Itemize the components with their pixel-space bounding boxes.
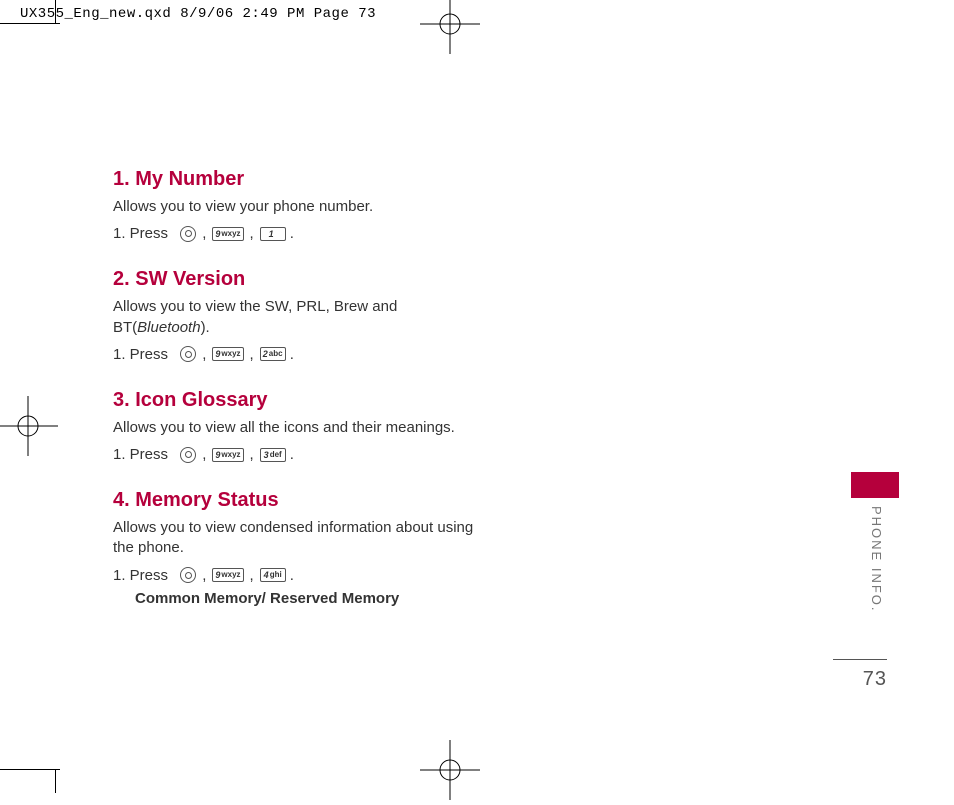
step-subtext: Common Memory/ Reserved Memory [135,590,543,607]
section-description: Allows you to view condensed information… [113,518,483,559]
section-heading: 3. Icon Glossary [113,389,543,412]
print-slug: UX355_Eng_new.qxd 8/9/06 2:49 PM Page 73 [20,6,376,22]
section-my-number: 1. My Number Allows you to view your pho… [113,168,543,242]
key-9-icon: 9wxyz [212,227,243,241]
press-step: 1. Press , 9wxyz, 4ghi. [113,567,543,584]
crop-mark [55,770,56,793]
key-9-icon: 9wxyz [212,568,243,582]
ok-key-icon [180,567,196,583]
ok-key-icon [180,346,196,362]
press-step: 1. Press , 9wxyz, 1 . [113,225,543,242]
section-icon-glossary: 3. Icon Glossary Allows you to view all … [113,389,543,463]
key-1-icon: 1 [260,227,286,241]
key-4-icon: 4ghi [260,568,286,582]
page-number: 73 [863,668,887,691]
registration-mark-icon [0,396,58,456]
body-content: 1. My Number Allows you to view your pho… [113,168,543,633]
key-9-icon: 9wxyz [212,347,243,361]
step-prefix: 1. Press [113,346,168,363]
key-3-icon: 3def [260,448,286,462]
key-2-icon: 2abc [260,347,286,361]
section-sw-version: 2. SW Version Allows you to view the SW,… [113,268,543,363]
section-description: Allows you to view your phone number. [113,197,483,217]
crop-mark [0,769,60,770]
section-memory-status: 4. Memory Status Allows you to view cond… [113,489,543,607]
section-description: Allows you to view the SW, PRL, Brew and… [113,297,483,338]
section-tab [851,472,899,498]
ok-key-icon [180,447,196,463]
registration-mark-icon [420,0,480,54]
section-description: Allows you to view all the icons and the… [113,418,483,438]
section-tab-label: PHONE INFO. [869,506,884,613]
crop-mark [55,0,56,23]
step-prefix: 1. Press [113,567,168,584]
section-heading: 1. My Number [113,168,543,191]
press-step: 1. Press , 9wxyz, 2abc. [113,346,543,363]
section-heading: 2. SW Version [113,268,543,291]
crop-mark [0,23,60,24]
step-prefix: 1. Press [113,446,168,463]
key-9-icon: 9wxyz [212,448,243,462]
step-prefix: 1. Press [113,225,168,242]
section-heading: 4. Memory Status [113,489,543,512]
press-step: 1. Press , 9wxyz, 3def. [113,446,543,463]
folio-rule [833,659,887,660]
registration-mark-icon [420,740,480,800]
ok-key-icon [180,226,196,242]
